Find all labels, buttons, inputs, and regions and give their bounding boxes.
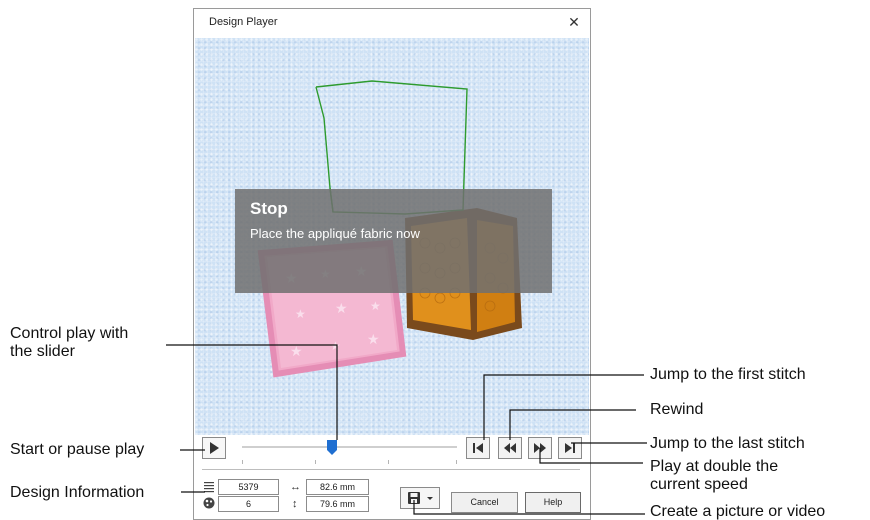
- callout-control-play-line2: the slider: [10, 343, 75, 360]
- callout-control-play-line1: Control play with: [10, 325, 129, 342]
- callout-design-info: Design Information: [10, 484, 145, 501]
- callout-double-speed-line2: current speed: [650, 476, 748, 493]
- callout-rewind: Rewind: [650, 401, 704, 418]
- callout-double-speed-line1: Play at double the: [650, 458, 779, 475]
- callout-jump-last: Jump to the last stitch: [650, 435, 805, 452]
- callout-jump-first: Jump to the first stitch: [650, 366, 806, 383]
- callout-create-picture: Create a picture or video: [650, 503, 826, 520]
- callout-start-pause: Start or pause play: [10, 441, 145, 458]
